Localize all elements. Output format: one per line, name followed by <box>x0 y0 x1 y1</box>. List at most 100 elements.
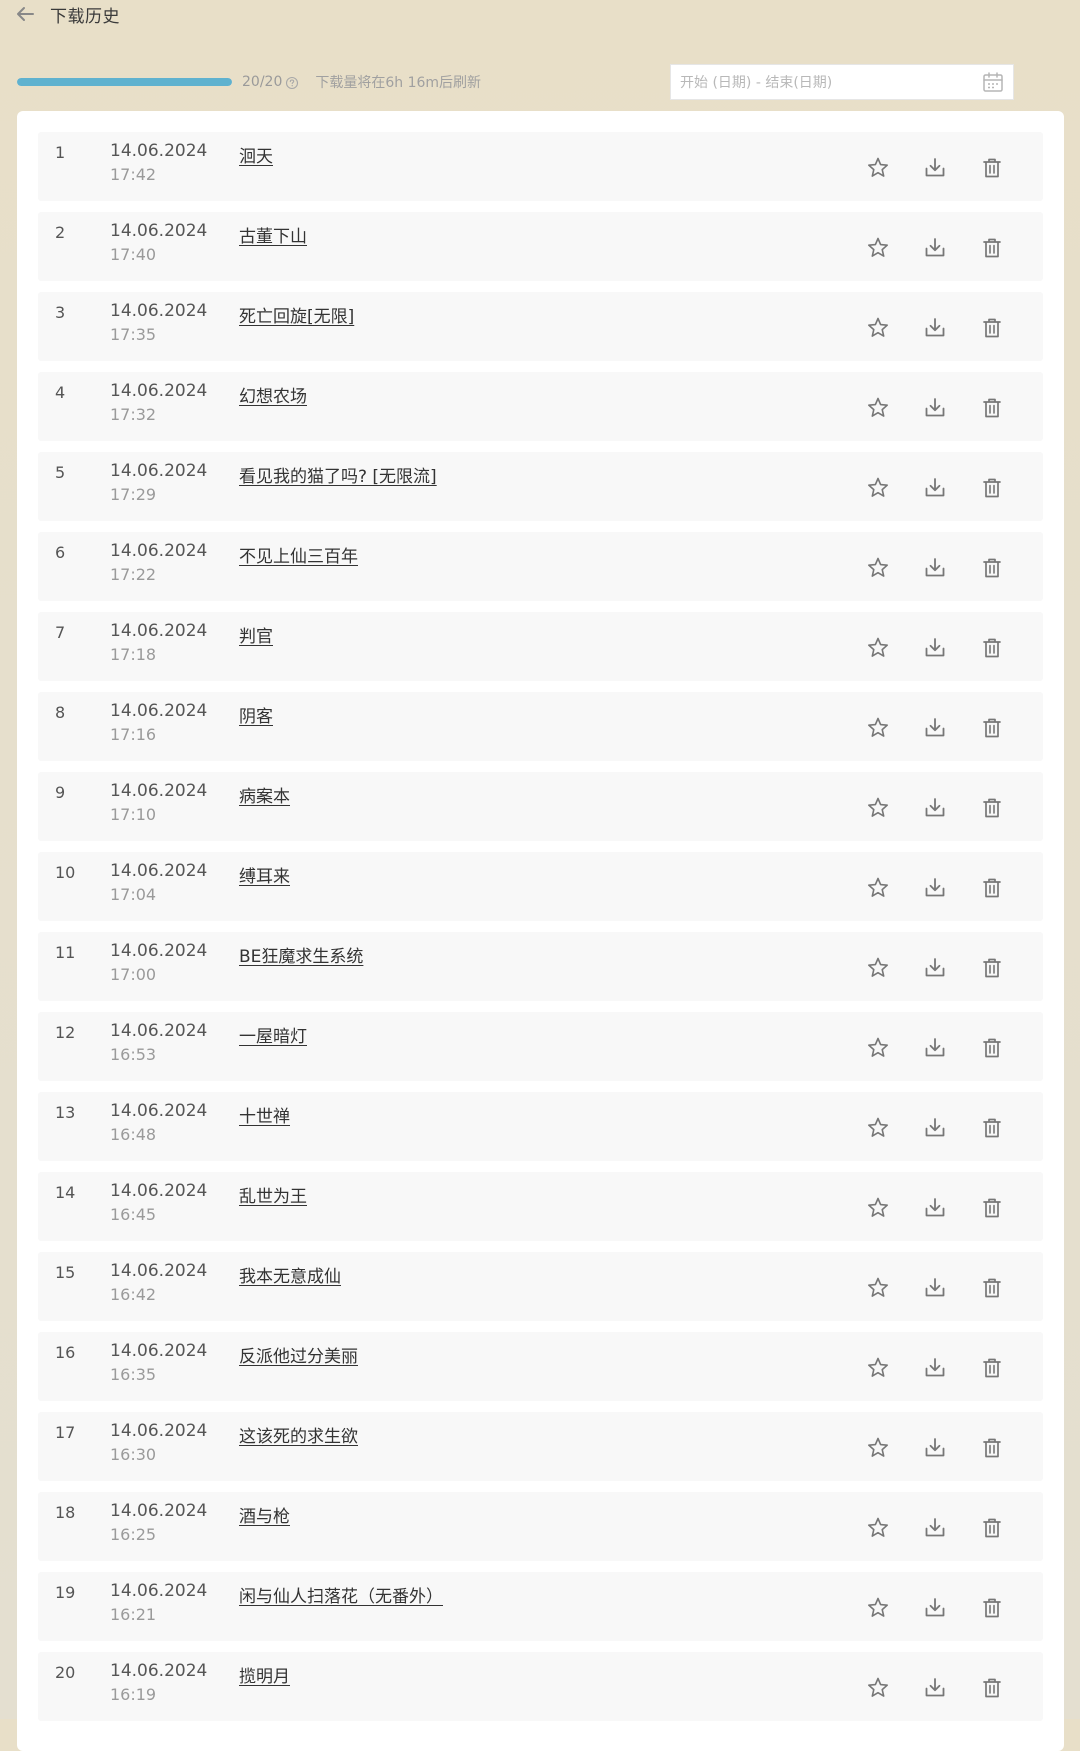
download-icon[interactable] <box>921 1514 949 1542</box>
download-icon[interactable] <box>921 314 949 342</box>
row-title-link[interactable]: 死亡回旋[无限] <box>239 302 354 327</box>
star-icon[interactable] <box>864 794 892 822</box>
row-title-link[interactable]: 十世禅 <box>239 1102 290 1127</box>
row-title-link[interactable]: 幻想农场 <box>239 382 307 407</box>
help-circle-icon[interactable] <box>285 75 299 90</box>
download-icon[interactable] <box>921 954 949 982</box>
row-title-link[interactable]: 揽明月 <box>239 1662 290 1687</box>
download-icon[interactable] <box>921 154 949 182</box>
star-icon[interactable] <box>864 634 892 662</box>
row-title-link[interactable]: 闲与仙人扫落花（无番外） <box>239 1582 443 1607</box>
star-icon[interactable] <box>864 1594 892 1622</box>
star-icon[interactable] <box>864 314 892 342</box>
star-icon[interactable] <box>864 1274 892 1302</box>
star-icon[interactable] <box>864 874 892 902</box>
arrow-left-icon[interactable] <box>14 3 36 25</box>
row-title-link[interactable]: 酒与枪 <box>239 1502 290 1527</box>
download-icon[interactable] <box>921 1594 949 1622</box>
trash-icon[interactable] <box>978 554 1006 582</box>
row-index: 13 <box>55 1103 76 1122</box>
row-title-link[interactable]: 阴客 <box>239 702 273 727</box>
row-title-link[interactable]: 乱世为王 <box>239 1182 307 1207</box>
star-icon[interactable] <box>864 1434 892 1462</box>
star-icon[interactable] <box>864 474 892 502</box>
row-date: 14.06.2024 <box>110 861 208 881</box>
star-icon[interactable] <box>864 154 892 182</box>
row-title-link[interactable]: 看见我的猫了吗? [无限流] <box>239 462 437 487</box>
row-title-link[interactable]: BE狂魔求生系统 <box>239 942 363 967</box>
download-icon[interactable] <box>921 634 949 662</box>
trash-icon[interactable] <box>978 634 1006 662</box>
star-icon[interactable] <box>864 1514 892 1542</box>
trash-icon[interactable] <box>978 1434 1006 1462</box>
row-title-link[interactable]: 缚耳来 <box>239 862 290 887</box>
star-icon[interactable] <box>864 234 892 262</box>
download-icon[interactable] <box>921 1034 949 1062</box>
row-title-link[interactable]: 这该死的求生欲 <box>239 1422 358 1447</box>
trash-icon[interactable] <box>978 314 1006 342</box>
star-icon[interactable] <box>864 1114 892 1142</box>
row-title-link[interactable]: 一屋暗灯 <box>239 1022 307 1047</box>
trash-icon[interactable] <box>978 394 1006 422</box>
row-title-link[interactable]: 我本无意成仙 <box>239 1262 341 1287</box>
download-icon[interactable] <box>921 874 949 902</box>
row-date: 14.06.2024 <box>110 381 208 401</box>
star-icon[interactable] <box>864 954 892 982</box>
trash-icon[interactable] <box>978 1114 1006 1142</box>
trash-icon[interactable] <box>978 1514 1006 1542</box>
row-date: 14.06.2024 <box>110 1261 208 1281</box>
row-title-link[interactable]: 古董下山 <box>239 222 307 247</box>
star-icon[interactable] <box>864 1194 892 1222</box>
download-row: 9 14.06.2024 17:10 病案本 <box>38 772 1043 841</box>
download-icon[interactable] <box>921 1674 949 1702</box>
row-date: 14.06.2024 <box>110 1341 208 1361</box>
download-icon[interactable] <box>921 554 949 582</box>
trash-icon[interactable] <box>978 474 1006 502</box>
trash-icon[interactable] <box>978 794 1006 822</box>
calendar-icon[interactable] <box>981 70 1005 94</box>
trash-icon[interactable] <box>978 874 1006 902</box>
trash-icon[interactable] <box>978 154 1006 182</box>
row-index: 1 <box>55 143 66 162</box>
star-icon[interactable] <box>864 1034 892 1062</box>
star-icon[interactable] <box>864 714 892 742</box>
trash-icon[interactable] <box>978 234 1006 262</box>
row-title-link[interactable]: 反派他过分美丽 <box>239 1342 358 1367</box>
download-icon[interactable] <box>921 1114 949 1142</box>
trash-icon[interactable] <box>978 1274 1006 1302</box>
star-icon[interactable] <box>864 1354 892 1382</box>
row-title-link[interactable]: 不见上仙三百年 <box>239 542 358 567</box>
star-icon[interactable] <box>864 1674 892 1702</box>
trash-icon[interactable] <box>978 714 1006 742</box>
star-icon[interactable] <box>864 394 892 422</box>
row-title-link[interactable]: 病案本 <box>239 782 290 807</box>
download-row: 15 14.06.2024 16:42 我本无意成仙 <box>38 1252 1043 1321</box>
trash-icon[interactable] <box>978 1354 1006 1382</box>
row-time: 17:18 <box>110 645 157 664</box>
download-icon[interactable] <box>921 1274 949 1302</box>
trash-icon[interactable] <box>978 1674 1006 1702</box>
download-icon[interactable] <box>921 794 949 822</box>
download-icon[interactable] <box>921 474 949 502</box>
row-title-link[interactable]: 洄天 <box>239 142 273 167</box>
date-range-input[interactable]: 开始 (日期) - 结束(日期) <box>670 64 1014 100</box>
trash-icon[interactable] <box>978 1034 1006 1062</box>
download-icon[interactable] <box>921 234 949 262</box>
row-time: 17:35 <box>110 325 157 344</box>
row-title-link[interactable]: 判官 <box>239 622 273 647</box>
trash-icon[interactable] <box>978 1194 1006 1222</box>
trash-icon[interactable] <box>978 954 1006 982</box>
star-icon[interactable] <box>864 554 892 582</box>
download-icon[interactable] <box>921 1354 949 1382</box>
download-icon[interactable] <box>921 1194 949 1222</box>
row-date: 14.06.2024 <box>110 941 208 961</box>
row-index: 14 <box>55 1183 76 1202</box>
row-time: 16:48 <box>110 1125 157 1144</box>
download-row: 5 14.06.2024 17:29 看见我的猫了吗? [无限流] <box>38 452 1043 521</box>
download-icon[interactable] <box>921 1434 949 1462</box>
download-icon[interactable] <box>921 394 949 422</box>
row-time: 17:40 <box>110 245 157 264</box>
download-icon[interactable] <box>921 714 949 742</box>
row-date: 14.06.2024 <box>110 221 208 241</box>
trash-icon[interactable] <box>978 1594 1006 1622</box>
